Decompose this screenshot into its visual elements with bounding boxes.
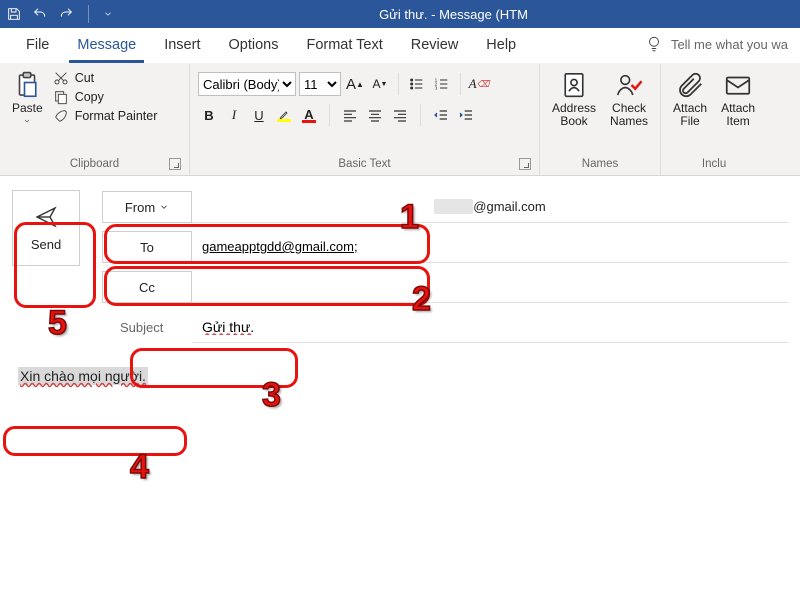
cc-field[interactable] — [192, 271, 788, 303]
shrink-font-button[interactable]: A▼ — [369, 73, 391, 95]
chevron-down-icon — [159, 202, 169, 212]
indent-icon — [458, 107, 474, 123]
align-left-button[interactable] — [339, 104, 361, 126]
tell-me-search[interactable]: Tell me what you wa — [645, 27, 788, 63]
from-masked-prefix: xxxxxx — [434, 199, 473, 214]
svg-text:3: 3 — [435, 85, 438, 90]
outdent-icon — [433, 107, 449, 123]
copy-label: Copy — [75, 90, 104, 104]
basic-text-group-label: Basic Text — [338, 158, 390, 170]
address-book-button[interactable]: Address Book — [548, 68, 600, 130]
copy-icon — [53, 89, 69, 105]
attach-item-icon — [723, 70, 753, 100]
send-icon — [31, 205, 61, 229]
attach-item-label: Attach Item — [721, 102, 755, 128]
redo-icon[interactable] — [58, 6, 74, 22]
grow-font-button[interactable]: A▲ — [344, 73, 366, 95]
bullets-icon — [409, 76, 425, 92]
names-group-label: Names — [548, 156, 652, 173]
group-include: Attach File Attach Item Inclu — [661, 64, 767, 175]
brush-icon — [53, 108, 69, 124]
tab-options[interactable]: Options — [214, 29, 292, 63]
window-title: Gửi thư. - Message (HTM — [113, 7, 794, 22]
paste-button[interactable]: Paste — [8, 68, 47, 127]
chevron-down-icon[interactable] — [103, 9, 113, 19]
group-names: Address Book Check Names Names — [540, 64, 661, 175]
message-body[interactable]: Xin chào mọi người. — [12, 350, 788, 402]
save-icon[interactable] — [6, 6, 22, 22]
align-center-icon — [367, 107, 383, 123]
highlight-button[interactable] — [273, 104, 295, 126]
send-label: Send — [31, 237, 61, 252]
bullets-button[interactable] — [406, 73, 428, 95]
tab-insert[interactable]: Insert — [150, 29, 214, 63]
address-book-icon — [559, 70, 589, 100]
font-size-select[interactable]: 11 — [299, 72, 341, 96]
paste-label: Paste — [12, 102, 43, 115]
to-field[interactable] — [192, 231, 788, 263]
annotation-box-4 — [3, 426, 187, 456]
decrease-indent-button[interactable] — [430, 104, 452, 126]
annotation-number-4: 4 — [130, 448, 149, 487]
dialog-launcher-icon[interactable] — [519, 158, 531, 170]
ribbon: Paste Cut Copy Format Painter Clipboard — [0, 64, 800, 176]
undo-icon[interactable] — [32, 6, 48, 22]
chevron-down-icon — [23, 117, 31, 125]
italic-button[interactable]: I — [223, 104, 245, 126]
clipboard-group-label: Clipboard — [70, 158, 119, 170]
copy-button[interactable]: Copy — [53, 89, 158, 105]
group-clipboard: Paste Cut Copy Format Painter Clipboard — [0, 64, 190, 175]
paperclip-icon — [675, 70, 705, 100]
align-left-icon — [342, 107, 358, 123]
from-value: @gmail.com — [473, 199, 545, 214]
from-field[interactable]: xxxxxx@gmail.com — [192, 191, 788, 223]
tab-help[interactable]: Help — [472, 29, 530, 63]
attach-item-button[interactable]: Attach Item — [717, 68, 759, 130]
underline-button[interactable]: U — [248, 104, 270, 126]
check-names-label: Check Names — [610, 102, 648, 128]
from-button[interactable]: From — [102, 191, 192, 223]
font-color-button[interactable]: A — [298, 104, 320, 126]
align-center-button[interactable] — [364, 104, 386, 126]
from-label: From — [125, 200, 155, 215]
numbering-button[interactable]: 123 — [431, 73, 453, 95]
include-group-label: Inclu — [669, 156, 759, 173]
format-painter-button[interactable]: Format Painter — [53, 108, 158, 124]
format-painter-label: Format Painter — [75, 109, 158, 123]
dialog-launcher-icon[interactable] — [169, 158, 181, 170]
tab-format-text[interactable]: Format Text — [292, 29, 396, 63]
to-button[interactable]: To — [102, 231, 192, 263]
group-basic-text: Calibri (Body) 11 A▲ A▼ 123 A⌫ B I U A — [190, 64, 540, 175]
subject-label: Subject — [102, 320, 192, 335]
check-names-button[interactable]: Check Names — [606, 68, 652, 130]
cut-label: Cut — [75, 71, 94, 85]
check-names-icon — [614, 70, 644, 100]
scissors-icon — [53, 70, 69, 86]
attach-file-label: Attach File — [673, 102, 707, 128]
align-right-button[interactable] — [389, 104, 411, 126]
body-text: Xin chào mọi người. — [18, 367, 148, 385]
tab-message[interactable]: Message — [63, 29, 150, 63]
cut-button[interactable]: Cut — [53, 70, 158, 86]
clear-formatting-button[interactable]: A⌫ — [468, 73, 490, 95]
title-bar: Gửi thư. - Message (HTM — [0, 0, 800, 28]
cc-button[interactable]: Cc — [102, 271, 192, 303]
align-right-icon — [392, 107, 408, 123]
compose-area: Send From xxxxxx@gmail.com To Cc Subject… — [0, 176, 800, 402]
quick-access-toolbar — [6, 5, 113, 23]
increase-indent-button[interactable] — [455, 104, 477, 126]
tab-file[interactable]: File — [12, 29, 63, 63]
lightbulb-icon — [645, 35, 663, 53]
address-book-label: Address Book — [552, 102, 596, 128]
bold-button[interactable]: B — [198, 104, 220, 126]
font-name-select[interactable]: Calibri (Body) — [198, 72, 296, 96]
tell-me-label: Tell me what you wa — [671, 37, 788, 52]
tab-review[interactable]: Review — [397, 29, 473, 63]
numbering-icon: 123 — [434, 76, 450, 92]
attach-file-button[interactable]: Attach File — [669, 68, 711, 130]
send-button[interactable]: Send — [12, 190, 80, 266]
ribbon-tabs: File Message Insert Options Format Text … — [0, 28, 800, 64]
paste-icon — [12, 70, 42, 100]
subject-field[interactable] — [192, 311, 788, 343]
